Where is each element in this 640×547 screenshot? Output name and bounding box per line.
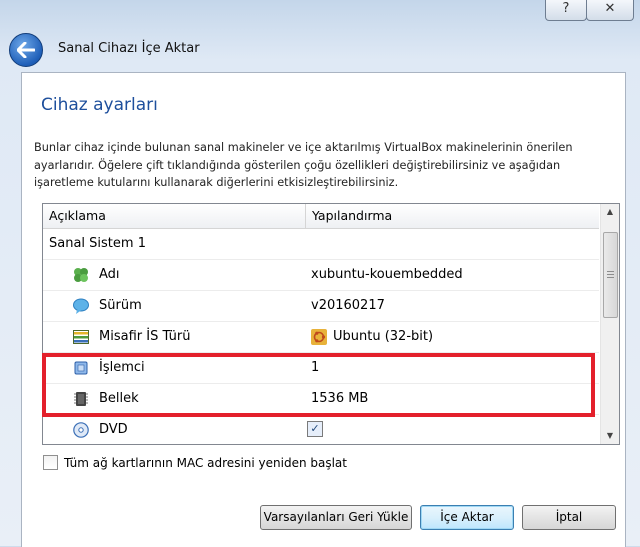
row-value: xubuntu-kouembedded [311, 267, 463, 282]
row-value: v20160217 [311, 298, 385, 313]
row-label: Misafir İS Türü [99, 329, 191, 344]
table-row-version[interactable]: Sürüm v20160217 [43, 291, 599, 322]
row-value: Ubuntu (32-bit) [333, 329, 434, 344]
vertical-scrollbar[interactable]: ▲ ▼ [600, 204, 619, 444]
row-label: Adı [99, 267, 120, 282]
close-button[interactable]: ✕ [586, 0, 634, 21]
help-button[interactable]: ? [545, 0, 587, 21]
ubuntu-logo-icon [311, 329, 327, 345]
row-label: DVD [99, 422, 128, 437]
column-header-description[interactable]: Açıklama [43, 204, 299, 228]
dvd-include-checkbox[interactable]: ✓ [307, 421, 323, 437]
scrollbar-thumb[interactable] [603, 232, 618, 318]
reinit-mac-label[interactable]: Tüm ağ kartlarının MAC adresini yeniden … [64, 456, 347, 470]
dvd-icon [73, 422, 89, 438]
scroll-up-arrow-icon[interactable]: ▲ [601, 204, 619, 220]
group-label: Sanal Sistem 1 [49, 236, 146, 251]
reinit-mac-option[interactable]: Tüm ağ kartlarının MAC adresini yeniden … [43, 455, 347, 470]
table-row-group[interactable]: Sanal Sistem 1 [43, 229, 599, 260]
table-row-guest-os-type[interactable]: Misafir İS Türü Ubuntu (32-bit) [43, 322, 599, 353]
column-header-configuration[interactable]: Yapılandırma [305, 204, 592, 228]
cancel-button[interactable]: İptal [522, 505, 616, 530]
wizard-window: ? ✕ Sanal Cihazı İçe Aktar Cihaz ayarlar… [0, 0, 640, 547]
name-icon [74, 268, 88, 282]
highlight-box [42, 353, 595, 417]
content-panel: Cihaz ayarları Bunlar cihaz içinde bulun… [21, 72, 626, 547]
import-button[interactable]: İçe Aktar [420, 505, 514, 530]
page-description: Bunlar cihaz içinde bulunan sanal makine… [34, 141, 573, 189]
version-icon [73, 298, 89, 314]
reinit-mac-checkbox[interactable] [43, 455, 58, 470]
table-header: Açıklama Yapılandırma [43, 204, 599, 229]
page-heading: Cihaz ayarları [41, 95, 158, 115]
row-label: Sürüm [99, 298, 142, 313]
back-arrow-icon [17, 42, 35, 58]
restore-defaults-button[interactable]: Varsayılanları Geri Yükle [260, 505, 412, 530]
caption-buttons: ? ✕ [545, 0, 634, 21]
table-row-name[interactable]: Adı xubuntu-kouembedded [43, 260, 599, 291]
scroll-down-arrow-icon[interactable]: ▼ [601, 428, 619, 444]
back-button[interactable] [9, 33, 43, 67]
os-type-icon [73, 330, 89, 344]
wizard-title: Sanal Cihazı İçe Aktar [58, 41, 200, 56]
